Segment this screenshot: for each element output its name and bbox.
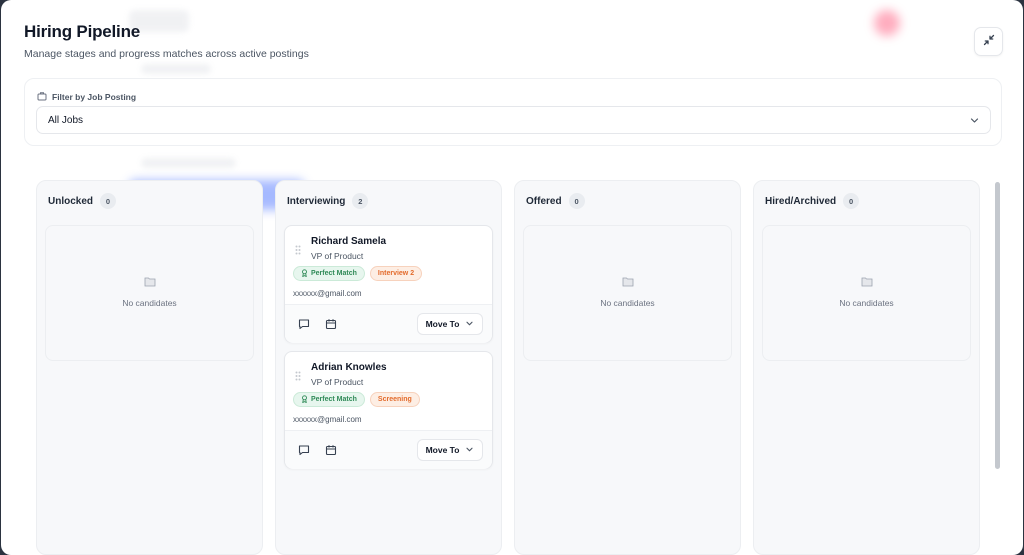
header: Hiring Pipeline Manage stages and progre… — [24, 22, 309, 60]
column-interviewing: Interviewing 2 Richard Samela VP of Prod… — [275, 180, 502, 555]
empty-state-text: No candidates — [122, 298, 177, 308]
candidate-email: xxxxxx@gmail.com — [293, 415, 362, 424]
candidate-tags: Perfect Match Interview 2 — [293, 266, 423, 281]
move-to-button[interactable]: Move To — [417, 439, 483, 461]
empty-state: No candidates — [523, 225, 732, 361]
column-count-badge: 0 — [568, 193, 585, 209]
empty-state-text: No candidates — [600, 298, 655, 308]
card-footer: Move To — [285, 430, 492, 469]
filter-label-text: Filter by Job Posting — [52, 92, 137, 102]
briefcase-icon — [37, 91, 47, 103]
match-badge: Perfect Match — [293, 392, 365, 407]
candidate-name: Adrian Knowles — [311, 362, 387, 373]
filter-label: Filter by Job Posting — [37, 91, 136, 103]
stage-badge: Screening — [369, 392, 420, 407]
column-header: Offered 0 — [526, 193, 585, 209]
candidate-tags: Perfect Match Screening — [293, 392, 420, 407]
background-blur — [141, 64, 211, 74]
collapse-button[interactable] — [974, 27, 1003, 56]
filter-card: Filter by Job Posting All Jobs — [24, 78, 1002, 146]
column-header: Interviewing 2 — [287, 193, 369, 209]
folder-icon — [861, 274, 873, 292]
empty-state: No candidates — [762, 225, 971, 361]
background-blur — [141, 158, 236, 168]
column-title: Hired/Archived — [765, 195, 837, 207]
column-title: Unlocked — [48, 195, 94, 207]
background-blur — [874, 10, 900, 36]
stage-badge: Interview 2 — [369, 266, 423, 281]
scrollbar-thumb[interactable] — [995, 182, 1000, 469]
award-icon — [301, 394, 308, 405]
candidate-card[interactable]: Richard Samela VP of Product Perfect Mat… — [284, 225, 493, 343]
column-count-badge: 2 — [352, 193, 369, 209]
job-posting-selected: All Jobs — [48, 114, 84, 126]
chevron-down-icon — [969, 115, 980, 129]
column-header: Unlocked 0 — [48, 193, 117, 209]
candidate-role: VP of Product — [311, 251, 364, 261]
page-subtitle: Manage stages and progress matches acros… — [24, 48, 309, 60]
move-to-label: Move To — [425, 445, 460, 455]
empty-state: No candidates — [45, 225, 254, 361]
collapse-icon — [983, 33, 995, 51]
award-icon — [301, 268, 308, 279]
candidate-card[interactable]: Adrian Knowles VP of Product Perfect Mat… — [284, 351, 493, 469]
move-to-button[interactable]: Move To — [417, 313, 483, 335]
chevron-down-icon — [465, 319, 474, 330]
column-title: Interviewing — [287, 195, 346, 207]
hiring-pipeline-modal: Hiring Pipeline Manage stages and progre… — [1, 0, 1023, 555]
folder-icon — [144, 274, 156, 292]
column-offered: Offered 0 No candidates — [514, 180, 741, 555]
match-badge-text: Perfect Match — [311, 270, 357, 277]
page-title: Hiring Pipeline — [24, 22, 141, 41]
chevron-down-icon — [465, 445, 474, 456]
message-icon[interactable] — [298, 317, 310, 335]
calendar-icon[interactable] — [325, 443, 337, 461]
candidate-name: Richard Samela — [311, 236, 387, 247]
calendar-icon[interactable] — [325, 317, 337, 335]
card-footer: Move To — [285, 304, 492, 343]
column-count-badge: 0 — [100, 193, 117, 209]
drag-handle-icon[interactable] — [295, 242, 301, 260]
empty-state-text: No candidates — [839, 298, 894, 308]
candidate-role: VP of Product — [311, 377, 364, 387]
column-title: Offered — [526, 195, 562, 207]
column-header: Hired/Archived 0 — [765, 193, 860, 209]
match-badge-text: Perfect Match — [311, 396, 357, 403]
column-unlocked: Unlocked 0 No candidates — [36, 180, 263, 555]
column-count-badge: 0 — [843, 193, 860, 209]
move-to-label: Move To — [425, 319, 460, 329]
job-posting-select[interactable]: All Jobs — [36, 106, 991, 134]
folder-icon — [622, 274, 634, 292]
match-badge: Perfect Match — [293, 266, 365, 281]
column-hired-archived: Hired/Archived 0 No candidates — [753, 180, 980, 555]
message-icon[interactable] — [298, 443, 310, 461]
drag-handle-icon[interactable] — [295, 368, 301, 386]
candidate-email: xxxxxx@gmail.com — [293, 289, 362, 298]
